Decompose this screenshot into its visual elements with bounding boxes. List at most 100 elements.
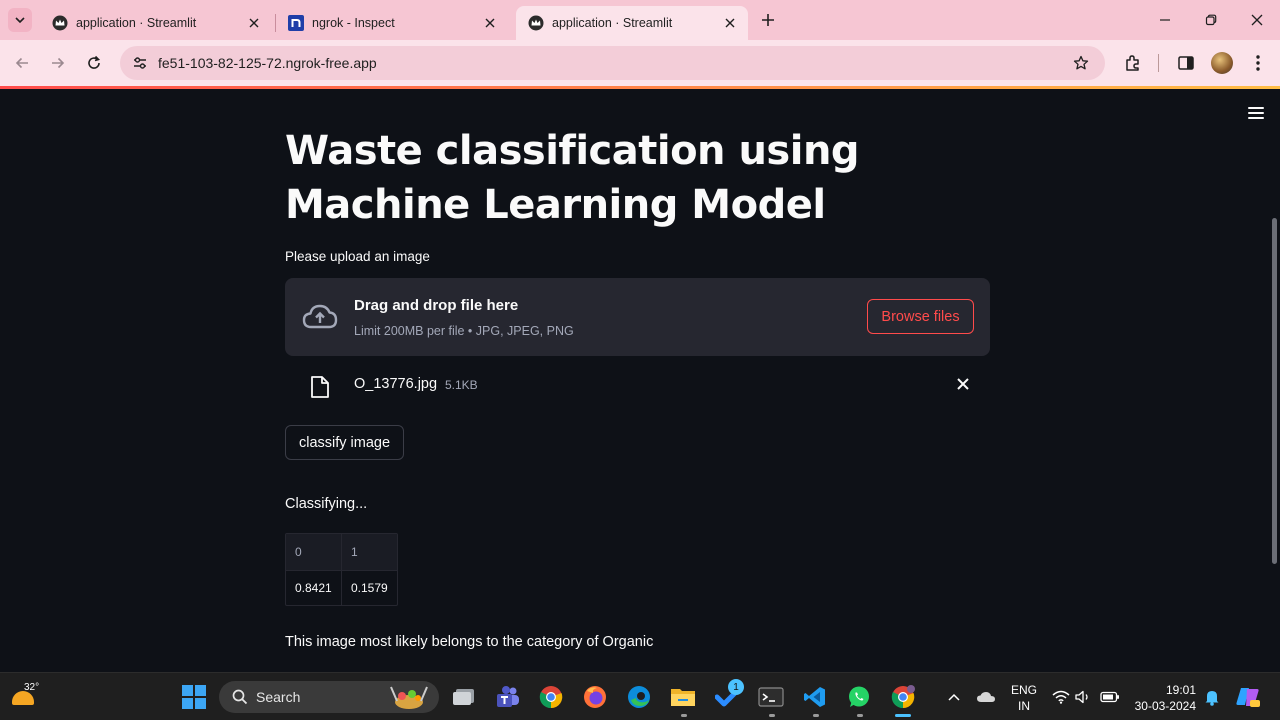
new-tab-button[interactable]	[756, 8, 780, 32]
firefox-icon[interactable]	[581, 683, 609, 711]
taskbar: 32° Search 1 ENG IN 19:01 30-03-2024	[0, 672, 1280, 720]
weather-widget[interactable]: 32°	[8, 679, 42, 715]
page-title: Waste classification using Machine Learn…	[285, 128, 860, 228]
battery-icon[interactable]	[1098, 685, 1122, 709]
close-window-button[interactable]	[1234, 0, 1280, 40]
chevron-up-icon[interactable]	[944, 685, 964, 709]
edge-icon[interactable]	[625, 683, 653, 711]
browser-toolbar: fe51-103-82-125-72.ngrok-free.app	[0, 40, 1280, 86]
file-explorer-icon[interactable]	[669, 683, 697, 711]
browse-files-button[interactable]: Browse files	[867, 299, 974, 334]
running-indicator	[769, 714, 775, 717]
bell-icon[interactable]	[1202, 685, 1222, 709]
close-icon	[957, 378, 969, 390]
table-cell[interactable]: 0.8421	[286, 571, 342, 605]
close-icon[interactable]	[722, 15, 738, 31]
tab-ngrok[interactable]: ngrok - Inspect	[276, 6, 508, 40]
cloud-upload-icon	[301, 300, 339, 334]
copilot-icon[interactable]	[1234, 685, 1262, 709]
arrow-right-icon	[52, 57, 65, 69]
streamlit-crown-icon	[52, 15, 68, 31]
plus-icon	[762, 14, 774, 26]
chrome-canary-icon[interactable]	[889, 683, 917, 711]
classification-result: This image most likely belongs to the ca…	[285, 634, 654, 650]
file-dropzone[interactable]: Drag and drop file here Limit 200MB per …	[285, 278, 990, 356]
status-text: Classifying...	[285, 496, 368, 512]
arrow-left-icon	[15, 57, 28, 69]
toolbar-divider	[1158, 54, 1159, 72]
tab-streamlit-1[interactable]: application · Streamlit	[40, 6, 272, 40]
close-icon[interactable]	[482, 15, 498, 31]
column-header[interactable]: 0	[286, 534, 342, 570]
clock-time: 19:01	[1165, 683, 1196, 697]
running-indicator	[681, 714, 687, 717]
speaker-icon[interactable]	[1074, 685, 1094, 709]
tab-streamlit-active[interactable]: application · Streamlit	[516, 6, 748, 40]
dataframe-header: 0 1	[286, 534, 397, 570]
extensions-icon[interactable]	[1121, 51, 1145, 75]
running-indicator	[813, 714, 819, 717]
tab-search-button[interactable]	[8, 8, 32, 32]
browser-tab-strip: application · Streamlit ngrok - Inspect …	[0, 0, 1280, 40]
onedrive-cloud-icon[interactable]	[975, 685, 997, 709]
star-icon[interactable]	[1069, 51, 1093, 75]
back-button[interactable]	[8, 49, 36, 77]
classify-image-button[interactable]: classify image	[285, 425, 404, 460]
weather-sun-icon	[12, 691, 34, 705]
uploader-label: Please upload an image	[285, 249, 430, 264]
side-panel-icon[interactable]	[1174, 51, 1198, 75]
profile-avatar[interactable]	[1211, 52, 1233, 74]
prediction-dataframe[interactable]: 0 1 0.8421 0.1579	[285, 533, 398, 606]
language-code: ENG	[1010, 683, 1037, 697]
dropzone-instructions: Drag and drop file here	[354, 297, 519, 314]
input-language[interactable]: ENG IN	[1008, 682, 1040, 714]
ngrok-n-icon	[288, 15, 304, 31]
forward-button[interactable]	[44, 49, 72, 77]
uploaded-file-size: 5.1KB	[445, 378, 478, 392]
streamlit-decoration-bar	[0, 86, 1280, 89]
tab-title: ngrok - Inspect	[312, 16, 395, 30]
remove-file-button[interactable]	[955, 376, 971, 392]
reload-button[interactable]	[80, 49, 108, 77]
running-indicator	[857, 714, 863, 717]
restore-button[interactable]	[1188, 0, 1234, 40]
column-header[interactable]: 1	[342, 534, 397, 570]
page-scrollbar[interactable]	[1272, 218, 1277, 564]
minimize-button[interactable]	[1142, 0, 1188, 40]
wifi-icon[interactable]	[1051, 685, 1071, 709]
task-view-icon[interactable]	[450, 683, 478, 711]
close-icon	[1251, 14, 1263, 26]
close-icon[interactable]	[246, 15, 262, 31]
tab-title: application · Streamlit	[76, 16, 197, 30]
menu-kebab-icon[interactable]	[1246, 51, 1270, 75]
chevron-down-icon	[15, 17, 25, 24]
minimize-icon	[1160, 19, 1170, 21]
main-menu-icon[interactable]	[1246, 104, 1266, 122]
weather-temperature: 32°	[24, 682, 40, 693]
notification-badge: 1	[728, 679, 744, 695]
search-placeholder: Search	[256, 689, 301, 705]
file-icon	[308, 374, 332, 400]
search-highlight-icon	[385, 683, 433, 711]
terminal-icon[interactable]	[757, 683, 785, 711]
clock-date: 30-03-2024	[1134, 699, 1196, 713]
running-indicator-active	[895, 714, 911, 717]
restore-icon	[1205, 14, 1217, 26]
taskbar-search[interactable]: Search	[219, 681, 439, 713]
windows-start-icon[interactable]	[182, 685, 206, 709]
whatsapp-icon[interactable]	[845, 683, 873, 711]
streamlit-crown-icon	[528, 15, 544, 31]
search-icon	[230, 687, 250, 707]
table-cell[interactable]: 0.1579	[342, 571, 397, 605]
dropzone-limit-text: Limit 200MB per file • JPG, JPEG, PNG	[354, 324, 574, 338]
tab-title: application · Streamlit	[552, 16, 673, 30]
site-settings-icon[interactable]	[130, 53, 150, 73]
uploaded-file-name: O_13776.jpg	[354, 376, 438, 392]
address-bar[interactable]: fe51-103-82-125-72.ngrok-free.app	[120, 46, 1105, 80]
teams-icon[interactable]	[493, 683, 521, 711]
chrome-icon[interactable]	[537, 683, 565, 711]
reload-icon	[88, 55, 101, 69]
vscode-icon[interactable]	[801, 683, 829, 711]
system-clock[interactable]: 19:01 30-03-2024	[1130, 682, 1196, 714]
language-region: IN	[1018, 699, 1030, 713]
